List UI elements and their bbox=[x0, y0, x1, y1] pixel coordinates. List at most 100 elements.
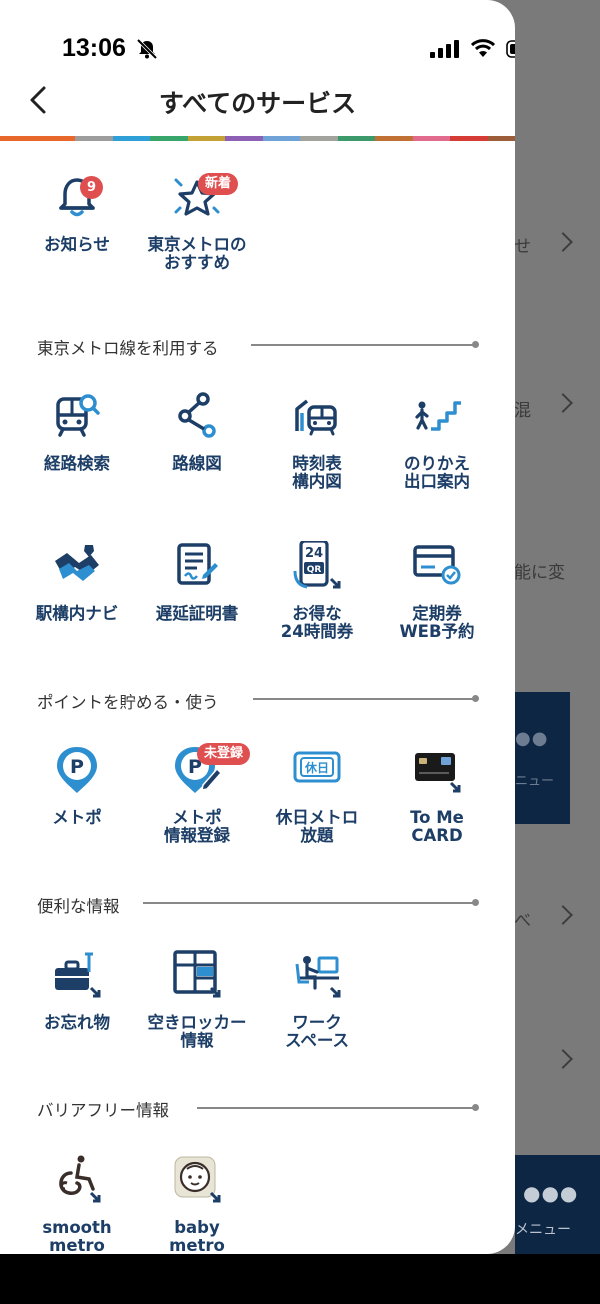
tile-route-map[interactable]: 路線図 bbox=[137, 391, 257, 521]
workspace-icon bbox=[295, 956, 341, 998]
stripe-segment bbox=[187, 136, 225, 141]
locker-icon bbox=[173, 950, 221, 998]
stripe-segment bbox=[337, 136, 375, 141]
tile-label: メトポ bbox=[52, 808, 102, 827]
bg-row-text-4: べ bbox=[514, 911, 531, 931]
tile-label: 休日メトロ 放題 bbox=[275, 808, 359, 845]
section-divider-dot bbox=[472, 899, 479, 906]
credit-card-icon bbox=[415, 753, 461, 793]
timetable-icon bbox=[295, 399, 337, 436]
status-time: 13:06 bbox=[62, 34, 126, 62]
services-drawer: 13:06 すべてのサービス お知らせ 9 東京メトロの おすすめ 新着 東京メ… bbox=[0, 0, 515, 1254]
bg-row-text-3: 能に変 bbox=[514, 563, 565, 583]
metpo-icon: P bbox=[57, 747, 97, 793]
tile-label: smooth metro bbox=[42, 1218, 112, 1255]
baby-icon bbox=[174, 1156, 221, 1203]
status-bar: 13:06 bbox=[0, 0, 515, 80]
tile-delay-certificate[interactable]: 遅延証明書 bbox=[137, 541, 257, 671]
route-map-icon bbox=[178, 392, 216, 438]
battery-icon bbox=[506, 40, 515, 58]
stripe-segment bbox=[412, 136, 450, 141]
bg-card-label: ニュー bbox=[515, 774, 555, 789]
stripe-segment bbox=[37, 136, 75, 141]
tile-label: 時刻表 構内図 bbox=[292, 454, 342, 491]
tile-smooth-metro[interactable]: smooth metro bbox=[17, 1155, 137, 1254]
unregistered-badge: 未登録 bbox=[197, 743, 251, 765]
tile-label: 路線図 bbox=[172, 454, 222, 473]
tile-label: 遅延証明書 bbox=[155, 604, 239, 623]
holiday-ticket-icon: 休日 bbox=[293, 751, 341, 783]
stripe-segment bbox=[150, 136, 188, 141]
tile-notice[interactable]: お知らせ bbox=[17, 174, 137, 304]
section-title-points: ポイントを貯める・使う bbox=[37, 693, 219, 712]
wheelchair-icon bbox=[59, 1155, 101, 1203]
tile-to-me-card[interactable]: To Me CARD bbox=[377, 745, 497, 875]
new-badge: 新着 bbox=[198, 173, 239, 195]
tile-baby-metro[interactable]: baby metro bbox=[137, 1155, 257, 1254]
tile-label: ワーク スペース bbox=[284, 1013, 350, 1050]
stripe-segment bbox=[0, 136, 38, 141]
section-divider bbox=[143, 902, 473, 904]
tile-label: 経路検索 bbox=[44, 454, 110, 473]
bg-row-text-1: せ bbox=[514, 237, 531, 257]
stripe-segment bbox=[112, 136, 150, 141]
bell-mute-icon bbox=[136, 38, 158, 60]
stripe-segment bbox=[75, 136, 113, 141]
certificate-icon bbox=[177, 543, 218, 585]
tile-label: 空きロッカー 情報 bbox=[147, 1013, 247, 1050]
tile-station-navi[interactable]: 駅構内ナビ bbox=[17, 541, 137, 671]
section-title-barrier-free: バリアフリー情報 bbox=[37, 1101, 169, 1120]
section-divider-dot bbox=[472, 341, 479, 348]
train-search-icon bbox=[56, 394, 100, 437]
tile-label: To Me CARD bbox=[410, 808, 464, 845]
bg-chevron-right-icon bbox=[553, 232, 573, 252]
qr-ticket-code: QR bbox=[307, 565, 322, 575]
section-divider bbox=[197, 1107, 473, 1109]
tile-route-search[interactable]: 経路検索 bbox=[17, 391, 137, 521]
bg-chevron-right-icon bbox=[553, 1049, 573, 1069]
tile-label: メトポ 情報登録 bbox=[164, 808, 230, 845]
bg-banner-card: ●● ニュー bbox=[515, 692, 570, 824]
home-bar-area bbox=[0, 1254, 600, 1304]
section-divider bbox=[251, 344, 473, 346]
bg-tab-bar: ●●● メニュー bbox=[515, 1155, 600, 1254]
tile-label: baby metro bbox=[169, 1218, 225, 1255]
qr-ticket-icon: 24 QR bbox=[293, 541, 341, 589]
stairs-icon bbox=[415, 401, 461, 431]
tile-label: 東京メトロの おすすめ bbox=[147, 235, 247, 272]
lost-item-icon bbox=[55, 952, 101, 998]
tile-label: お忘れ物 bbox=[44, 1013, 110, 1032]
svg-text:P: P bbox=[70, 756, 84, 778]
section-divider-dot bbox=[472, 1104, 479, 1111]
line-color-stripe bbox=[0, 136, 515, 141]
page-title: すべてのサービス bbox=[158, 89, 357, 118]
tile-label: 定期券 WEB予約 bbox=[399, 604, 475, 641]
bg-chevron-right-icon bbox=[553, 905, 573, 925]
tile-locker[interactable]: 空きロッカー 情報 bbox=[137, 950, 257, 1080]
stripe-segment bbox=[450, 136, 488, 141]
tile-label: お得な 24時間券 bbox=[280, 604, 354, 641]
stripe-segment bbox=[375, 136, 413, 141]
tile-metpo[interactable]: P メトポ bbox=[17, 745, 137, 875]
tile-24h-ticket[interactable]: 24 QR お得な 24時間券 bbox=[257, 541, 377, 671]
tile-label: お知らせ bbox=[44, 235, 110, 254]
section-divider-dot bbox=[472, 695, 479, 702]
holiday-ticket-text: 休日 bbox=[304, 760, 329, 775]
tile-label: 駅構内ナビ bbox=[35, 604, 119, 623]
tile-timetable[interactable]: 時刻表 構内図 bbox=[257, 391, 377, 521]
qr-ticket-number: 24 bbox=[305, 546, 323, 561]
tile-label: のりかえ 出口案内 bbox=[404, 454, 470, 491]
section-title-info: 便利な情報 bbox=[37, 897, 120, 916]
notice-count-badge: 9 bbox=[80, 176, 103, 199]
bg-more-icon: ●● bbox=[515, 728, 549, 749]
tile-commuter-pass[interactable]: 定期券 WEB予約 bbox=[377, 541, 497, 671]
tile-workspace[interactable]: ワーク スペース bbox=[257, 950, 377, 1080]
tile-recommend[interactable]: 東京メトロの おすすめ bbox=[137, 174, 257, 304]
bg-menu-dots-icon: ●●● bbox=[523, 1181, 579, 1205]
tile-holiday-ticket[interactable]: 休日 休日メトロ 放題 bbox=[257, 745, 377, 875]
tile-transfer[interactable]: のりかえ 出口案内 bbox=[377, 391, 497, 521]
tile-lost-items[interactable]: お忘れ物 bbox=[17, 950, 137, 1080]
stripe-segment bbox=[300, 136, 338, 141]
nav-header: すべてのサービス bbox=[0, 80, 515, 136]
section-title-metro: 東京メトロ線を利用する bbox=[37, 339, 219, 358]
